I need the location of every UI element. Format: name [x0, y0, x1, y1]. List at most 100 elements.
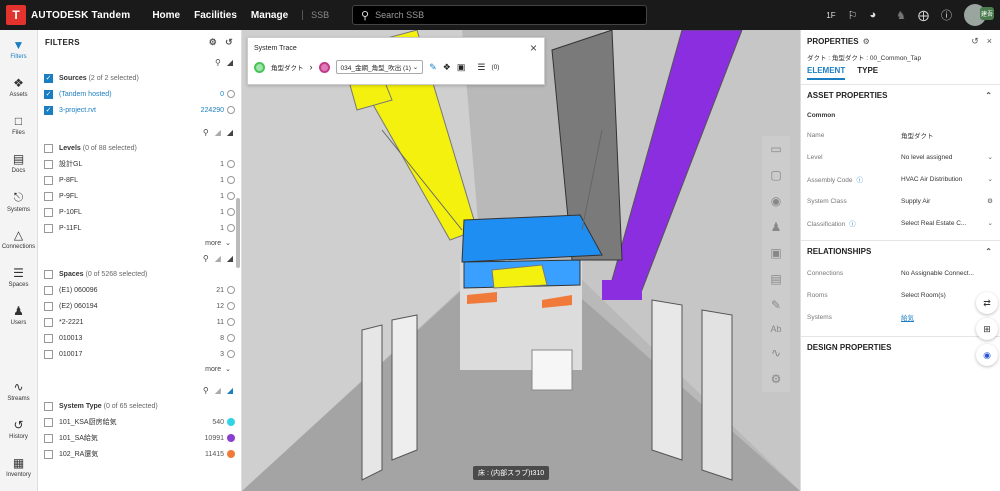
property-value[interactable]: No level assigned [901, 154, 983, 161]
item-radio[interactable] [227, 302, 235, 310]
list-item[interactable]: P-11FL 1 [44, 220, 235, 236]
rail-spaces[interactable]: ☰ Spaces [0, 258, 37, 296]
tag-icon[interactable]: ❖ [443, 62, 451, 73]
system-type-checkbox[interactable] [44, 401, 53, 411]
item-radio[interactable] [227, 176, 235, 184]
help-icon[interactable]: ⓘ [941, 7, 952, 23]
item-checkbox[interactable] [44, 349, 53, 359]
rail-filters[interactable]: ▼ Filters [0, 30, 37, 68]
list-item[interactable]: (E1) 060096 21 [44, 282, 235, 298]
levels-checkbox[interactable] [44, 143, 53, 153]
sources-checkbox[interactable]: ✓ [44, 73, 53, 83]
item-checkbox[interactable] [44, 301, 53, 311]
paint-bucket-icon[interactable]: ◢ [215, 128, 221, 137]
list-item[interactable]: 101_SA給気 10991 [44, 430, 235, 446]
more-button[interactable]: more ⌄ [44, 362, 235, 376]
item-checkbox[interactable] [44, 207, 53, 217]
rail-streams[interactable]: ∿ Streams [0, 372, 37, 410]
property-value-link[interactable]: 給気 [901, 312, 983, 322]
filters-scrollbar[interactable] [236, 198, 240, 268]
section-box-icon[interactable]: ▭ [770, 142, 781, 156]
list-item[interactable]: 101_KSA厨房給気 540 [44, 414, 235, 430]
rail-inventory[interactable]: ▦ Inventory [0, 448, 37, 486]
search-placeholder[interactable]: Search SSB [375, 10, 424, 20]
list-item[interactable]: P-10FL 1 [44, 204, 235, 220]
color-swatch[interactable] [227, 450, 235, 458]
avatar[interactable]: 建吾 [964, 4, 994, 26]
nav-manage[interactable]: Manage [251, 10, 288, 21]
list-item[interactable]: P-8FL 1 [44, 172, 235, 188]
property-value[interactable]: No Assignable Connect... [901, 270, 983, 277]
search-box[interactable]: ⚲ Search SSB [352, 5, 647, 25]
paint-bucket-icon[interactable]: ◢ [227, 128, 233, 137]
rail-users[interactable]: ♟ Users [0, 296, 37, 334]
translate-button[interactable]: ⇄ [976, 292, 998, 314]
item-checkbox[interactable] [44, 417, 53, 427]
item-radio[interactable] [227, 208, 235, 216]
item-checkbox[interactable] [44, 191, 53, 201]
chevron-down-icon[interactable]: ⌄ [988, 219, 1000, 227]
assistant-button[interactable]: ◉ [976, 344, 998, 366]
list-item[interactable]: P-9FL 1 [44, 188, 235, 204]
item-radio[interactable] [227, 224, 235, 232]
list-item[interactable]: ✓ 3-project.rvt 224290 [44, 102, 235, 118]
info-icon[interactable]: ⓘ [849, 221, 856, 228]
paint-bucket-icon[interactable]: ◢ [215, 254, 221, 263]
model-render[interactable] [242, 30, 800, 491]
item-checkbox[interactable] [44, 159, 53, 169]
item-radio[interactable] [227, 160, 235, 168]
paint-bucket-icon[interactable]: ◢ [215, 386, 221, 395]
frame-icon[interactable]: ▣ [457, 62, 466, 73]
reset-icon[interactable]: ↺ [225, 37, 233, 48]
paint-bucket-icon[interactable]: ◢ [227, 254, 233, 263]
item-radio[interactable] [227, 350, 235, 358]
settings-gear-icon[interactable]: ⚙ [987, 197, 1000, 205]
rail-assets[interactable]: ❖ Assets [0, 68, 37, 106]
color-swatch[interactable] [227, 434, 235, 442]
rail-history[interactable]: ↺ History [0, 410, 37, 448]
item-radio[interactable] [227, 192, 235, 200]
focus-icon[interactable]: ◉ [771, 194, 781, 208]
search-icon[interactable]: ⚲ [203, 128, 209, 137]
close-icon[interactable]: × [987, 36, 992, 47]
paint-bucket-icon[interactable]: ◢ [227, 386, 233, 395]
rail-systems[interactable]: ⎋ Systems [0, 182, 37, 220]
search-icon[interactable]: ⚲ [215, 58, 221, 67]
text-label-icon[interactable]: Ab [770, 324, 781, 334]
paint-bucket-icon[interactable]: ◢ [227, 58, 233, 67]
item-radio[interactable] [227, 286, 235, 294]
item-radio[interactable] [227, 334, 235, 342]
notification-bell-icon[interactable]: ♞ [896, 9, 906, 22]
close-icon[interactable]: × [530, 41, 537, 55]
nav-facilities[interactable]: Facilities [194, 10, 237, 21]
list-item[interactable]: 010017 3 [44, 346, 235, 362]
markup-icon[interactable]: ✎ [771, 298, 781, 312]
chart-line-icon[interactable]: ∿ [771, 346, 781, 360]
relationships-header[interactable]: RELATIONSHIPS ⌃ [801, 240, 1000, 262]
list-item[interactable]: *2-2221 11 [44, 314, 235, 330]
item-checkbox[interactable] [44, 449, 53, 459]
rail-files[interactable]: □ Files [0, 106, 37, 144]
rail-docs[interactable]: ▤ Docs [0, 144, 37, 182]
design-properties-header[interactable]: DESIGN PROPERTIES⌄ [801, 336, 1000, 358]
more-button[interactable]: more ⌄ [44, 236, 235, 250]
floor-indicator[interactable]: 1F [826, 11, 835, 20]
item-radio[interactable] [227, 318, 235, 326]
asset-properties-header[interactable]: ASSET PROPERTIES ⌃ [801, 84, 1000, 106]
tab-type[interactable]: TYPE [857, 66, 878, 80]
item-checkbox[interactable] [44, 285, 53, 295]
nav-home[interactable]: Home [152, 10, 180, 21]
list-item[interactable]: 010013 8 [44, 330, 235, 346]
item-checkbox[interactable] [44, 333, 53, 343]
chevron-down-icon[interactable]: ⌄ [988, 153, 1000, 161]
search-icon[interactable]: ⚲ [203, 254, 209, 263]
tab-element[interactable]: ELEMENT [807, 66, 846, 80]
box-select-icon[interactable]: ▢ [770, 168, 781, 182]
item-checkbox[interactable] [44, 433, 53, 443]
property-value[interactable]: HVAC Air Distribution [901, 176, 983, 183]
item-checkbox[interactable]: ✓ [44, 105, 53, 115]
item-checkbox[interactable] [44, 223, 53, 233]
settings-gear-icon[interactable]: ⚙ [209, 37, 217, 48]
item-radio[interactable] [227, 90, 235, 98]
list-item[interactable]: (E2) 060194 12 [44, 298, 235, 314]
